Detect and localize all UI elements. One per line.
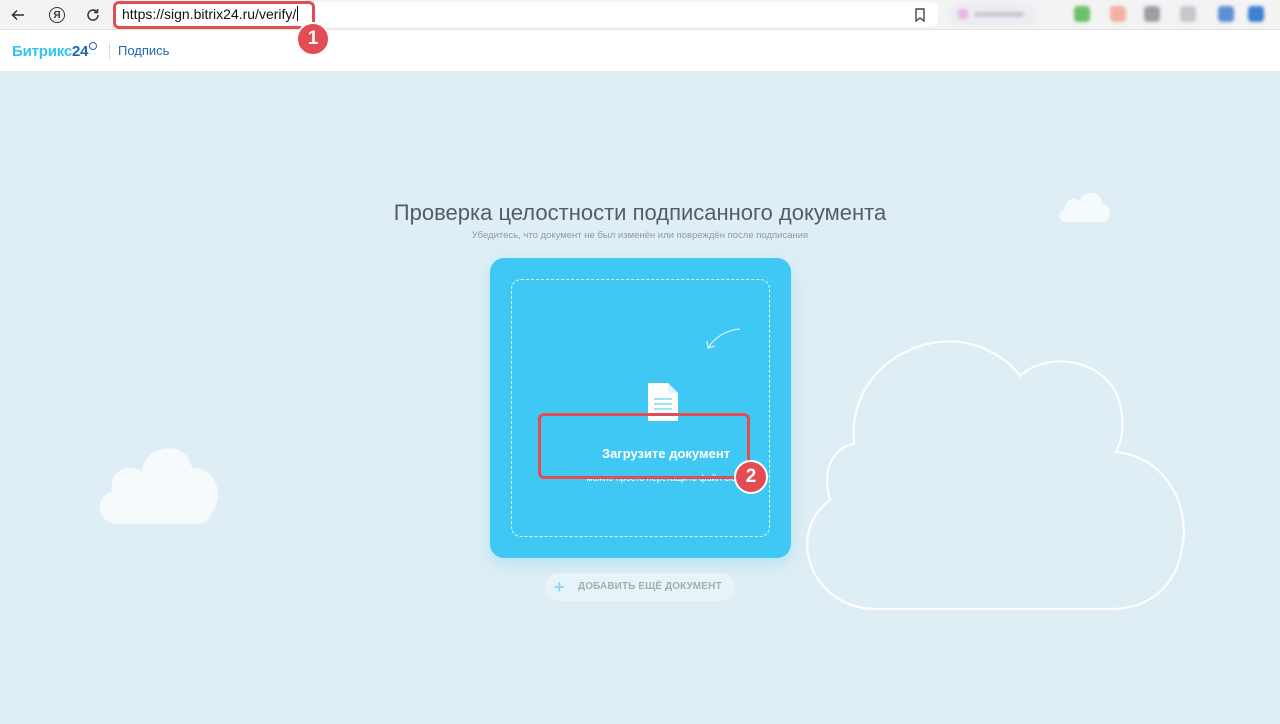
large-cloud-outline-icon [806,340,1185,610]
page-title: Проверка целостности подписанного докуме… [393,200,887,225]
left-cloud-icon [99,448,219,524]
bookmark-icon[interactable] [912,7,928,23]
logo-mark-icon [89,42,98,50]
bitrix24-logo[interactable]: Битрикс24 [12,42,98,60]
yandex-icon: Я [49,7,65,23]
extension-gray-icon[interactable] [1144,6,1160,22]
back-button[interactable] [6,4,30,26]
main-area: Проверка целостности подписанного докуме… [0,72,1280,724]
extension-green-icon[interactable] [1074,6,1090,22]
header-divider [109,43,110,59]
extension-red-icon[interactable] [1110,6,1126,22]
extension-light-icon[interactable] [1180,6,1196,22]
extension-blue2-icon[interactable] [1248,6,1264,22]
step-1-badge: 1 [296,22,330,56]
logo-text: Битрикс [12,43,72,60]
reload-icon [87,9,99,21]
extensions-area [944,3,1280,27]
curved-arrow-icon [706,328,741,349]
extension-blue-icon[interactable] [1218,6,1234,22]
profile-pill[interactable] [950,4,1036,26]
page-subtitle: Убедитесь, что документ не был изменён и… [471,230,809,241]
reload-button[interactable] [81,4,105,26]
upload-card[interactable]: Загрузите документ можно просто перетащи… [490,258,791,558]
app-header: Битрикс24 Подпись [0,30,1280,72]
yandex-button[interactable]: Я [45,4,69,26]
header-section-link[interactable]: Подпись [118,43,169,58]
back-arrow-icon [11,9,24,21]
logo-number: 24 [71,43,89,60]
step-2-badge: 2 [734,460,768,494]
add-document-label: ДОБАВИТЬ ЕЩЁ ДОКУМЕНТ [578,581,722,592]
address-bar-highlight [113,1,315,29]
upload-button-highlight [538,413,750,479]
plus-icon: + [554,577,565,597]
add-another-document-button[interactable]: + ДОБАВИТЬ ЕЩЁ ДОКУМЕНТ [546,574,734,600]
dropzone[interactable]: Загрузите документ можно просто перетащи… [511,279,770,537]
